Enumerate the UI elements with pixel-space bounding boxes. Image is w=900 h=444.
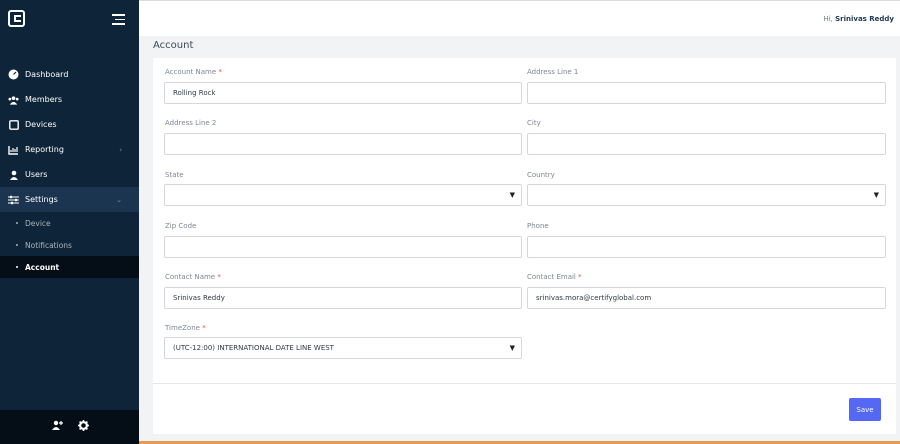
sidebar-item-label: Members bbox=[25, 95, 63, 104]
account-name-label: Account Name * bbox=[165, 68, 222, 76]
dropdown-caret-icon: ▼ bbox=[873, 191, 879, 199]
members-group-icon bbox=[8, 94, 19, 105]
sidebar-subitem-notifications[interactable]: Notifications bbox=[0, 234, 139, 256]
sidebar-item-users[interactable]: Users bbox=[0, 162, 139, 187]
address-line1-input[interactable] bbox=[527, 82, 886, 104]
sidebar-subitem-label: Account bbox=[25, 262, 60, 272]
sidebar-item-label: Reporting bbox=[25, 145, 64, 154]
address-line2-input[interactable] bbox=[164, 133, 522, 155]
timezone-select[interactable]: (UTC-12:00) INTERNATIONAL DATE LINE WEST… bbox=[164, 337, 522, 359]
app-logo[interactable] bbox=[8, 10, 25, 27]
sidebar-item-label: Dashboard bbox=[25, 70, 69, 79]
contact-name-input[interactable]: Srinivas Reddy bbox=[164, 287, 522, 309]
label-text: TimeZone bbox=[165, 324, 200, 332]
user-name: Srinivas Reddy bbox=[835, 15, 894, 23]
required-marker: * bbox=[218, 68, 222, 76]
city-label: City bbox=[527, 119, 541, 127]
gear-icon[interactable] bbox=[77, 420, 89, 434]
sidebar-item-settings[interactable]: Settings ⌄ bbox=[0, 187, 139, 212]
divider bbox=[153, 383, 896, 384]
required-marker: * bbox=[217, 273, 221, 281]
sidebar-item-label: Devices bbox=[25, 120, 57, 129]
sidebar-subitem-account[interactable]: Account bbox=[0, 256, 139, 278]
sliders-icon bbox=[8, 194, 19, 205]
bullet-icon bbox=[16, 222, 18, 224]
sidebar-item-members[interactable]: Members bbox=[0, 87, 139, 112]
sidebar-subitem-label: Device bbox=[25, 218, 51, 228]
phone-label: Phone bbox=[527, 222, 549, 230]
state-label: State bbox=[165, 171, 184, 179]
sidebar-item-dashboard[interactable]: Dashboard bbox=[0, 62, 139, 87]
chevron-down-icon: ⌄ bbox=[116, 195, 122, 204]
account-name-input[interactable]: Rolling Rock bbox=[164, 82, 522, 104]
sidebar-item-label: Settings bbox=[25, 195, 58, 204]
user-settings-icon[interactable] bbox=[51, 420, 64, 434]
sidebar-nav: Dashboard Members Devices Reporting › Us… bbox=[0, 62, 139, 278]
zip-code-label: Zip Code bbox=[165, 222, 197, 230]
sidebar-item-devices[interactable]: Devices bbox=[0, 112, 139, 137]
dropdown-caret-icon: ▼ bbox=[509, 191, 515, 199]
label-text: Account Name bbox=[165, 68, 217, 76]
zip-code-input[interactable] bbox=[164, 236, 522, 258]
bullet-icon bbox=[16, 266, 18, 268]
required-marker: * bbox=[578, 273, 582, 281]
greeting-prefix: Hi, bbox=[823, 15, 833, 23]
address-line2-label: Address Line 2 bbox=[165, 119, 217, 127]
city-input[interactable] bbox=[527, 133, 886, 155]
contact-email-input[interactable]: srinivas.mora@certifyglobal.com bbox=[527, 287, 886, 309]
address-line1-label: Address Line 1 bbox=[527, 68, 579, 76]
sidebar-item-reporting[interactable]: Reporting › bbox=[0, 137, 139, 162]
chart-icon bbox=[8, 144, 19, 155]
contact-email-label: Contact Email * bbox=[527, 273, 582, 281]
timezone-label: TimeZone * bbox=[165, 324, 206, 332]
country-label: Country bbox=[527, 171, 555, 179]
save-button[interactable]: Save bbox=[849, 398, 881, 421]
sidebar-footer bbox=[0, 410, 139, 444]
top-header: Hi, Srinivas Reddy bbox=[139, 0, 900, 36]
chevron-right-icon: › bbox=[119, 145, 122, 154]
dropdown-caret-icon: ▼ bbox=[509, 344, 515, 352]
contact-name-label: Contact Name * bbox=[165, 273, 221, 281]
user-icon bbox=[8, 169, 19, 180]
label-text: Contact Name bbox=[165, 273, 216, 281]
state-select[interactable]: ▼ bbox=[164, 184, 522, 206]
sidebar-item-label: Users bbox=[25, 170, 48, 179]
dashboard-gauge-icon bbox=[8, 69, 19, 80]
sidebar-subitem-device[interactable]: Device bbox=[0, 212, 139, 234]
account-form-card: Account Name * Rolling Rock Address Line… bbox=[153, 58, 896, 434]
menu-toggle-icon[interactable] bbox=[112, 14, 125, 28]
country-select[interactable]: ▼ bbox=[527, 184, 886, 206]
sidebar: Dashboard Members Devices Reporting › Us… bbox=[0, 0, 139, 444]
timezone-value: (UTC-12:00) INTERNATIONAL DATE LINE WEST bbox=[173, 344, 334, 352]
phone-input[interactable] bbox=[527, 236, 886, 258]
sidebar-subitem-label: Notifications bbox=[25, 240, 72, 250]
bullet-icon bbox=[16, 244, 18, 246]
user-greeting[interactable]: Hi, Srinivas Reddy bbox=[823, 15, 894, 23]
tablet-icon bbox=[8, 119, 19, 130]
required-marker: * bbox=[202, 324, 206, 332]
label-text: Contact Email bbox=[527, 273, 576, 281]
page-title: Account bbox=[153, 40, 194, 51]
